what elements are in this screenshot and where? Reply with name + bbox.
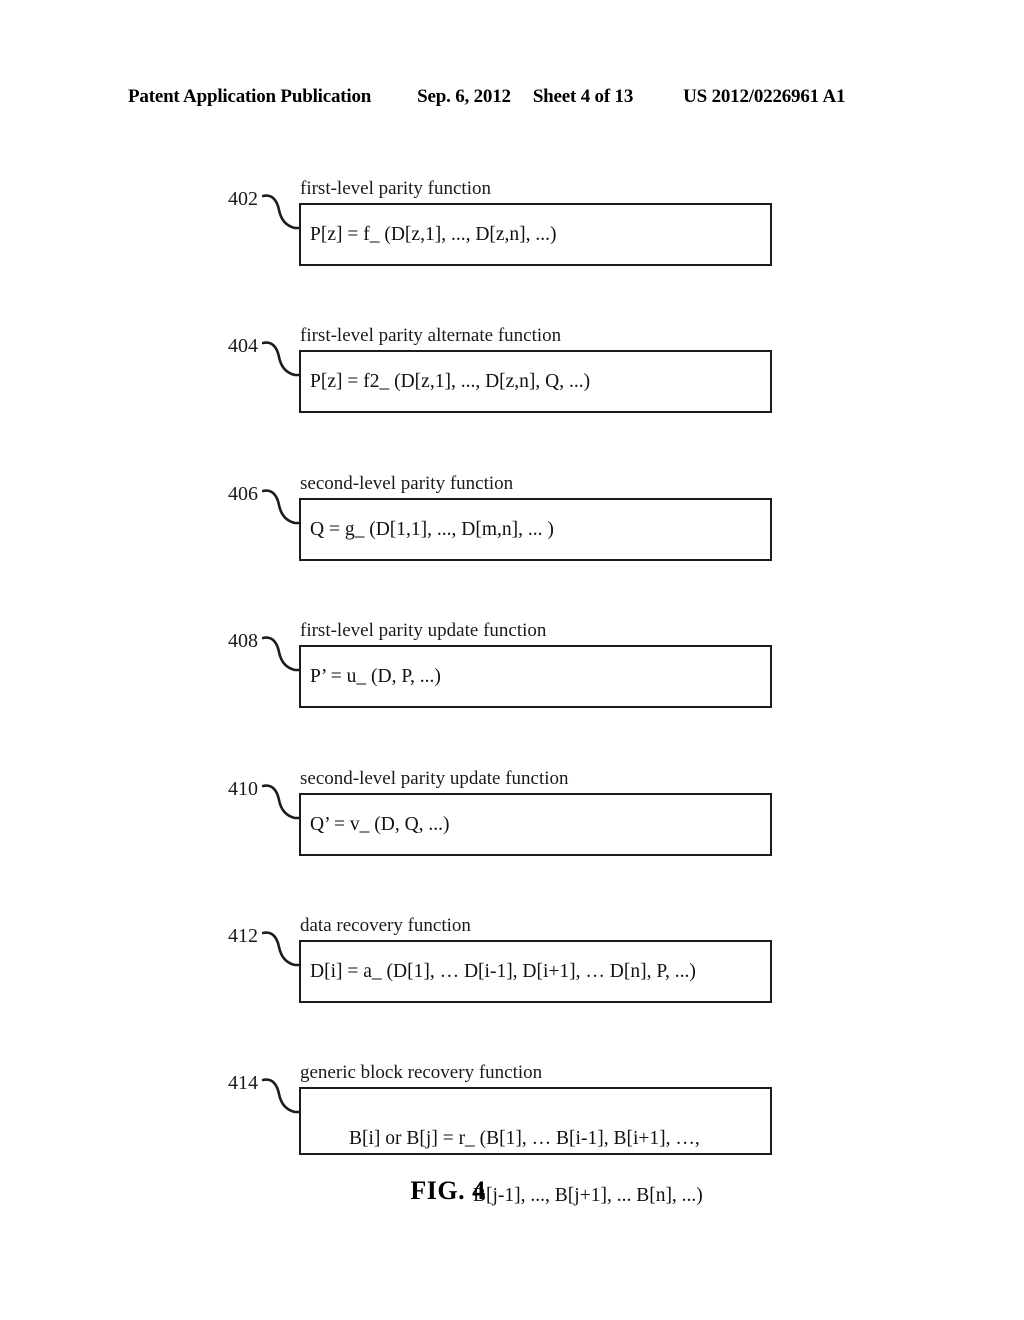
function-block-402: first-level parity function 402 P[z] = f…	[0, 178, 1024, 298]
function-caption-408: first-level parity update function	[300, 620, 547, 641]
function-block-404: first-level parity alternate function 40…	[0, 325, 1024, 445]
function-formula-402: P[z] = f_ (D[z,1], ..., D[z,n], ...)	[310, 223, 557, 245]
function-block-412: data recovery function 412 D[i] = a_ (D[…	[0, 915, 1024, 1035]
reference-numeral-402: 402	[228, 188, 258, 210]
figure-label-text: FIG. 4	[410, 1176, 486, 1205]
function-block-410: second-level parity update function 410 …	[0, 768, 1024, 888]
function-box-404: P[z] = f2_ (D[z,1], ..., D[z,n], Q, ...)	[299, 350, 772, 413]
function-box-406: Q = g_ (D[1,1], ..., D[m,n], ... )	[299, 498, 772, 561]
function-box-410: Q’ = v_ (D, Q, ...)	[299, 793, 772, 856]
function-box-412: D[i] = a_ (D[1], … D[i-1], D[i+1], … D[n…	[299, 940, 772, 1003]
function-block-408: first-level parity update function 408 P…	[0, 620, 1024, 740]
function-formula-410: Q’ = v_ (D, Q, ...)	[310, 813, 450, 835]
function-box-408: P’ = u_ (D, P, ...)	[299, 645, 772, 708]
function-formula-412: D[i] = a_ (D[1], … D[i-1], D[i+1], … D[n…	[310, 960, 696, 982]
function-box-414: B[i] or B[j] = r_ (B[1], … B[i-1], B[i+1…	[299, 1087, 772, 1206]
function-block-414: generic block recovery function 414 B[i]…	[0, 1062, 1024, 1206]
reference-numeral-412: 412	[228, 925, 258, 947]
function-formula-406: Q = g_ (D[1,1], ..., D[m,n], ... )	[310, 518, 554, 540]
function-formula-408: P’ = u_ (D, P, ...)	[310, 665, 441, 687]
figure-label: FIG. 4	[0, 1176, 1024, 1206]
function-block-406: second-level parity function 406 Q = g_ …	[0, 473, 1024, 593]
function-caption-414: generic block recovery function	[300, 1062, 543, 1083]
function-formula-414-line1: B[i] or B[j] = r_ (B[1], … B[i-1], B[i+1…	[349, 1128, 700, 1150]
function-caption-412: data recovery function	[300, 915, 471, 936]
reference-numeral-410: 410	[228, 778, 258, 800]
reference-numeral-404: 404	[228, 335, 258, 357]
function-caption-410: second-level parity update function	[300, 768, 569, 789]
function-formula-404: P[z] = f2_ (D[z,1], ..., D[z,n], Q, ...)	[310, 370, 591, 392]
function-caption-404: first-level parity alternate function	[300, 325, 562, 346]
figure-4-diagram: first-level parity function 402 P[z] = f…	[0, 0, 1024, 1320]
function-caption-402: first-level parity function	[300, 178, 491, 199]
function-box-402: P[z] = f_ (D[z,1], ..., D[z,n], ...)	[299, 203, 772, 266]
function-caption-406: second-level parity function	[300, 473, 514, 494]
reference-numeral-406: 406	[228, 483, 258, 505]
reference-numeral-414: 414	[228, 1072, 258, 1094]
reference-numeral-408: 408	[228, 630, 258, 652]
